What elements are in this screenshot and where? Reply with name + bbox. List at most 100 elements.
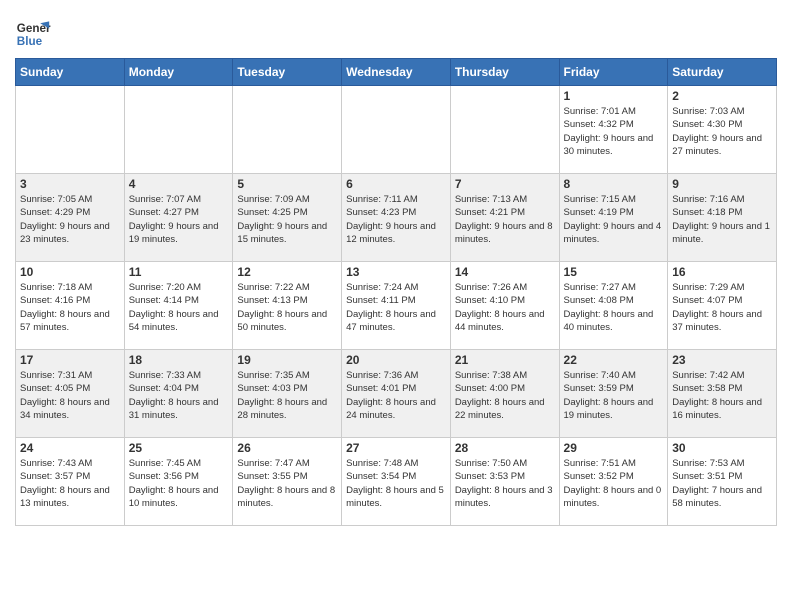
- calendar-week-row: 17 Sunrise: 7:31 AM Sunset: 4:05 PM Dayli…: [16, 350, 777, 438]
- day-number: 23: [672, 353, 772, 367]
- day-info: Sunrise: 7:50 AM Sunset: 3:53 PM Dayligh…: [455, 457, 555, 510]
- calendar-day-cell: 28 Sunrise: 7:50 AM Sunset: 3:53 PM Dayli…: [450, 438, 559, 526]
- weekday-header-cell: Wednesday: [342, 59, 451, 86]
- calendar-week-row: 3 Sunrise: 7:05 AM Sunset: 4:29 PM Daylig…: [16, 174, 777, 262]
- day-info: Sunrise: 7:51 AM Sunset: 3:52 PM Dayligh…: [564, 457, 664, 510]
- day-info: Sunrise: 7:47 AM Sunset: 3:55 PM Dayligh…: [237, 457, 337, 510]
- calendar-day-cell: 7 Sunrise: 7:13 AM Sunset: 4:21 PM Daylig…: [450, 174, 559, 262]
- day-number: 22: [564, 353, 664, 367]
- day-info: Sunrise: 7:05 AM Sunset: 4:29 PM Dayligh…: [20, 193, 120, 246]
- weekday-header-cell: Sunday: [16, 59, 125, 86]
- calendar-day-cell: [233, 86, 342, 174]
- day-number: 24: [20, 441, 120, 455]
- calendar-day-cell: 13 Sunrise: 7:24 AM Sunset: 4:11 PM Dayli…: [342, 262, 451, 350]
- weekday-header-row: SundayMondayTuesdayWednesdayThursdayFrid…: [16, 59, 777, 86]
- calendar-day-cell: 15Sunrise: 7:27 AM Sunset: 4:08 PM Dayli…: [559, 262, 668, 350]
- day-info: Sunrise: 7:03 AM Sunset: 4:30 PM Dayligh…: [672, 105, 772, 158]
- day-info: Sunrise: 7:35 AM Sunset: 4:03 PM Dayligh…: [237, 369, 337, 422]
- day-number: 4: [129, 177, 229, 191]
- calendar-day-cell: 11 Sunrise: 7:20 AM Sunset: 4:14 PM Dayli…: [124, 262, 233, 350]
- calendar-day-cell: [342, 86, 451, 174]
- day-info: Sunrise: 7:42 AM Sunset: 3:58 PM Dayligh…: [672, 369, 772, 422]
- day-number: 29: [564, 441, 664, 455]
- calendar-day-cell: 26 Sunrise: 7:47 AM Sunset: 3:55 PM Dayli…: [233, 438, 342, 526]
- calendar-day-cell: [124, 86, 233, 174]
- day-number: 26: [237, 441, 337, 455]
- weekday-header-cell: Friday: [559, 59, 668, 86]
- calendar-body: 1 Sunrise: 7:01 AM Sunset: 4:32 PM Daylig…: [16, 86, 777, 526]
- day-info: Sunrise: 7:27 AM Sunset: 4:08 PM Dayligh…: [564, 281, 664, 334]
- calendar-day-cell: 5 Sunrise: 7:09 AM Sunset: 4:25 PM Daylig…: [233, 174, 342, 262]
- day-info: Sunrise: 7:33 AM Sunset: 4:04 PM Dayligh…: [129, 369, 229, 422]
- calendar-day-cell: 21 Sunrise: 7:38 AM Sunset: 4:00 PM Dayli…: [450, 350, 559, 438]
- calendar-day-cell: 3 Sunrise: 7:05 AM Sunset: 4:29 PM Daylig…: [16, 174, 125, 262]
- calendar-day-cell: 4 Sunrise: 7:07 AM Sunset: 4:27 PM Daylig…: [124, 174, 233, 262]
- day-info: Sunrise: 7:48 AM Sunset: 3:54 PM Dayligh…: [346, 457, 446, 510]
- day-info: Sunrise: 7:07 AM Sunset: 4:27 PM Dayligh…: [129, 193, 229, 246]
- calendar-day-cell: 29 Sunrise: 7:51 AM Sunset: 3:52 PM Dayli…: [559, 438, 668, 526]
- day-number: 14: [455, 265, 555, 279]
- day-info: Sunrise: 7:22 AM Sunset: 4:13 PM Dayligh…: [237, 281, 337, 334]
- calendar-day-cell: 17 Sunrise: 7:31 AM Sunset: 4:05 PM Dayli…: [16, 350, 125, 438]
- calendar-day-cell: 20 Sunrise: 7:36 AM Sunset: 4:01 PM Dayli…: [342, 350, 451, 438]
- weekday-header-cell: Monday: [124, 59, 233, 86]
- day-number: 27: [346, 441, 446, 455]
- calendar-day-cell: 30Sunrise: 7:53 AM Sunset: 3:51 PM Dayli…: [668, 438, 777, 526]
- day-number: 25: [129, 441, 229, 455]
- day-number: 19: [237, 353, 337, 367]
- calendar-day-cell: 14 Sunrise: 7:26 AM Sunset: 4:10 PM Dayli…: [450, 262, 559, 350]
- day-number: 1: [564, 89, 664, 103]
- day-number: 7: [455, 177, 555, 191]
- day-number: 12: [237, 265, 337, 279]
- day-info: Sunrise: 7:29 AM Sunset: 4:07 PM Dayligh…: [672, 281, 772, 334]
- day-info: Sunrise: 7:26 AM Sunset: 4:10 PM Dayligh…: [455, 281, 555, 334]
- calendar-day-cell: 2 Sunrise: 7:03 AM Sunset: 4:30 PM Daylig…: [668, 86, 777, 174]
- weekday-header-cell: Tuesday: [233, 59, 342, 86]
- calendar-week-row: 1 Sunrise: 7:01 AM Sunset: 4:32 PM Daylig…: [16, 86, 777, 174]
- day-info: Sunrise: 7:01 AM Sunset: 4:32 PM Dayligh…: [564, 105, 664, 158]
- day-number: 17: [20, 353, 120, 367]
- calendar-day-cell: 24 Sunrise: 7:43 AM Sunset: 3:57 PM Dayli…: [16, 438, 125, 526]
- day-info: Sunrise: 7:11 AM Sunset: 4:23 PM Dayligh…: [346, 193, 446, 246]
- header: General Blue: [15, 10, 777, 52]
- calendar-day-cell: 6 Sunrise: 7:11 AM Sunset: 4:23 PM Daylig…: [342, 174, 451, 262]
- weekday-header-cell: Saturday: [668, 59, 777, 86]
- day-info: Sunrise: 7:18 AM Sunset: 4:16 PM Dayligh…: [20, 281, 120, 334]
- day-info: Sunrise: 7:13 AM Sunset: 4:21 PM Dayligh…: [455, 193, 555, 246]
- day-number: 2: [672, 89, 772, 103]
- day-info: Sunrise: 7:15 AM Sunset: 4:19 PM Dayligh…: [564, 193, 664, 246]
- day-info: Sunrise: 7:53 AM Sunset: 3:51 PM Dayligh…: [672, 457, 772, 510]
- day-info: Sunrise: 7:24 AM Sunset: 4:11 PM Dayligh…: [346, 281, 446, 334]
- day-info: Sunrise: 7:20 AM Sunset: 4:14 PM Dayligh…: [129, 281, 229, 334]
- calendar-day-cell: 16 Sunrise: 7:29 AM Sunset: 4:07 PM Dayli…: [668, 262, 777, 350]
- day-info: Sunrise: 7:38 AM Sunset: 4:00 PM Dayligh…: [455, 369, 555, 422]
- day-number: 6: [346, 177, 446, 191]
- day-info: Sunrise: 7:09 AM Sunset: 4:25 PM Dayligh…: [237, 193, 337, 246]
- day-number: 20: [346, 353, 446, 367]
- weekday-header-cell: Thursday: [450, 59, 559, 86]
- day-info: Sunrise: 7:16 AM Sunset: 4:18 PM Dayligh…: [672, 193, 772, 246]
- day-number: 5: [237, 177, 337, 191]
- calendar-day-cell: 23 Sunrise: 7:42 AM Sunset: 3:58 PM Dayli…: [668, 350, 777, 438]
- day-number: 21: [455, 353, 555, 367]
- day-info: Sunrise: 7:45 AM Sunset: 3:56 PM Dayligh…: [129, 457, 229, 510]
- day-number: 13: [346, 265, 446, 279]
- logo-icon: General Blue: [15, 16, 51, 52]
- day-number: 3: [20, 177, 120, 191]
- calendar-day-cell: 1 Sunrise: 7:01 AM Sunset: 4:32 PM Daylig…: [559, 86, 668, 174]
- day-info: Sunrise: 7:31 AM Sunset: 4:05 PM Dayligh…: [20, 369, 120, 422]
- calendar-day-cell: 10Sunrise: 7:18 AM Sunset: 4:16 PM Dayli…: [16, 262, 125, 350]
- day-number: 16: [672, 265, 772, 279]
- calendar-week-row: 24 Sunrise: 7:43 AM Sunset: 3:57 PM Dayli…: [16, 438, 777, 526]
- day-info: Sunrise: 7:36 AM Sunset: 4:01 PM Dayligh…: [346, 369, 446, 422]
- svg-text:Blue: Blue: [17, 35, 43, 48]
- day-info: Sunrise: 7:43 AM Sunset: 3:57 PM Dayligh…: [20, 457, 120, 510]
- calendar-day-cell: 18Sunrise: 7:33 AM Sunset: 4:04 PM Dayli…: [124, 350, 233, 438]
- calendar-day-cell: [450, 86, 559, 174]
- day-number: 11: [129, 265, 229, 279]
- calendar-day-cell: 22 Sunrise: 7:40 AM Sunset: 3:59 PM Dayli…: [559, 350, 668, 438]
- calendar-week-row: 10Sunrise: 7:18 AM Sunset: 4:16 PM Dayli…: [16, 262, 777, 350]
- calendar-day-cell: 25 Sunrise: 7:45 AM Sunset: 3:56 PM Dayli…: [124, 438, 233, 526]
- day-number: 28: [455, 441, 555, 455]
- day-info: Sunrise: 7:40 AM Sunset: 3:59 PM Dayligh…: [564, 369, 664, 422]
